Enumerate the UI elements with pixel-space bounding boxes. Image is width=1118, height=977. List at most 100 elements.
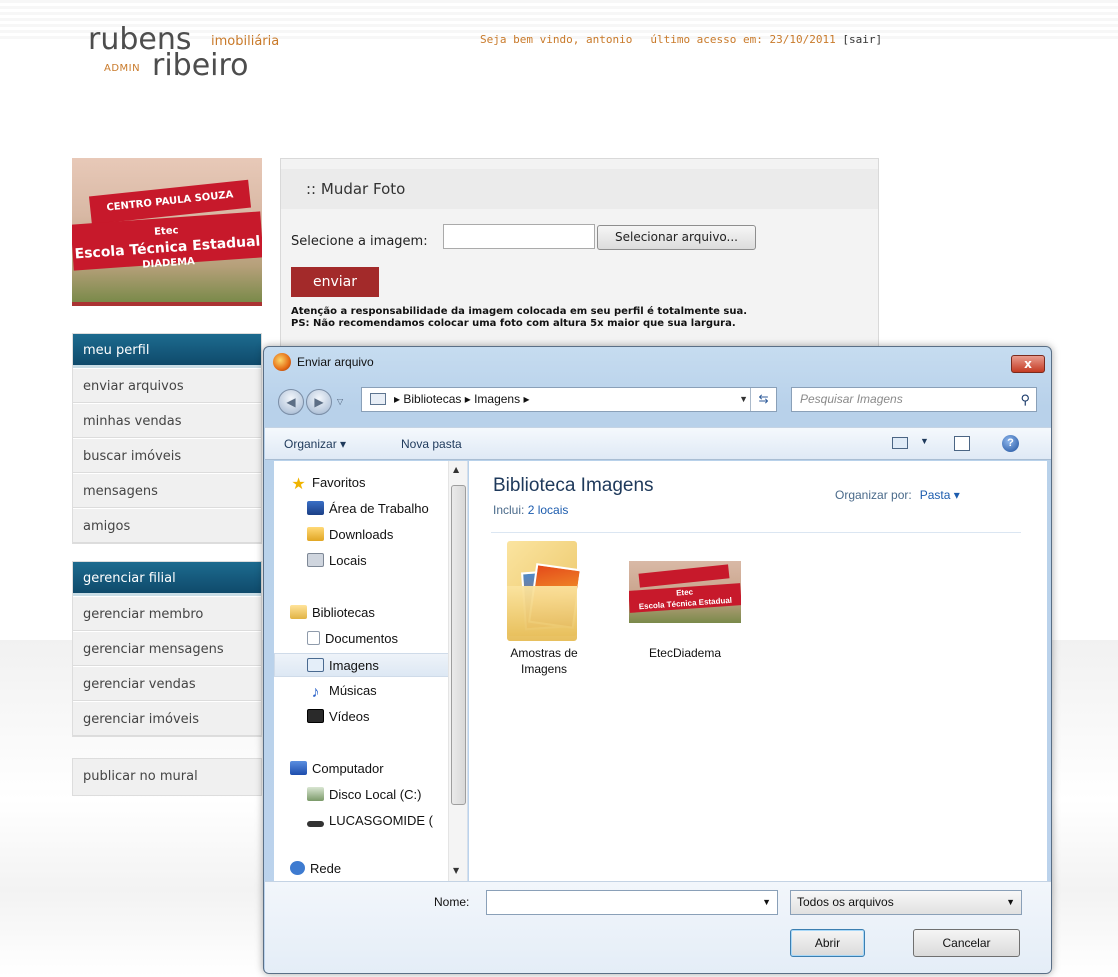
library-title: Biblioteca Imagens	[493, 475, 654, 496]
file-upload-dialog: Enviar arquivo x ◀ ▶ ▽ ▸ Bibliotecas ▸ I…	[263, 346, 1052, 974]
sort-by-label: Organizar por:	[835, 488, 912, 502]
includes-link[interactable]: 2 locais	[528, 503, 569, 517]
tree-item-favoritos[interactable]: ★ Favoritos	[290, 471, 467, 495]
scroll-down-icon[interactable]: ▼	[453, 866, 459, 875]
recent-pages-dropdown-icon[interactable]: ▽	[337, 397, 343, 406]
address-path: ▸ Bibliotecas ▸ Imagens ▸	[394, 392, 530, 406]
file-type-value: Todos os arquivos	[797, 895, 894, 909]
name-label: Nome:	[434, 895, 470, 909]
send-button[interactable]: enviar	[291, 267, 379, 297]
menu-item-amigos[interactable]: amigos	[73, 508, 261, 543]
sort-by: Organizar por: Pasta ▾	[835, 488, 960, 502]
menu-item-gerenciar-vendas[interactable]: gerenciar vendas	[73, 666, 261, 701]
new-folder-button[interactable]: Nova pasta	[401, 437, 462, 451]
star-icon: ★	[291, 476, 306, 493]
tree-label: Rede	[310, 861, 342, 876]
menu-item-publicar-no-mural[interactable]: publicar no mural	[73, 759, 261, 795]
images-icon	[307, 658, 324, 672]
logo-word-admin: ADMIN	[104, 63, 141, 74]
search-input[interactable]: Pesquisar Imagens ⚲	[791, 387, 1037, 412]
open-button[interactable]: Abrir	[790, 929, 865, 957]
file-list-pane: Biblioteca Imagens Inclui: 2 locais Orga…	[469, 461, 1047, 881]
tree-label: Documentos	[325, 631, 398, 646]
change-photo-panel: :: Mudar Foto Selecione a imagem: Seleci…	[280, 158, 879, 348]
welcome-text: Seja bem vindo, antonio	[480, 33, 633, 46]
tree-label: Locais	[329, 553, 367, 568]
address-bar[interactable]: ▸ Bibliotecas ▸ Imagens ▸ ▼ ⇆	[361, 387, 777, 412]
cancel-button[interactable]: Cancelar	[913, 929, 1020, 957]
menu-item-enviar-arquivos[interactable]: enviar arquivos	[73, 368, 261, 403]
logout-link[interactable]: [sair]	[842, 33, 882, 46]
tree-item-downloads[interactable]: Downloads	[307, 523, 467, 547]
tree-item-musicas[interactable]: ♪ Músicas	[307, 679, 467, 703]
thumb-banner-line2: Escola Técnica Estadual	[638, 595, 733, 612]
menu-item-gerenciar-mensagens[interactable]: gerenciar mensagens	[73, 631, 261, 666]
note-line-1: Atenção a responsabilidade da imagem col…	[291, 306, 748, 317]
select-file-button[interactable]: Selecionar arquivo...	[597, 225, 756, 250]
search-icon[interactable]: ⚲	[1020, 388, 1030, 411]
scroll-up-icon[interactable]: ▲	[453, 465, 459, 474]
menu-header-gerenciar-filial: gerenciar filial	[73, 562, 261, 596]
back-button[interactable]: ◀	[278, 389, 304, 415]
file-item-amostras[interactable]: Amostras de Imagens	[489, 541, 599, 677]
tree-item-usb-drive[interactable]: LUCASGOMIDE (	[307, 809, 467, 833]
view-icon[interactable]	[892, 437, 908, 449]
file-type-select[interactable]: Todos os arquivos ▼	[790, 890, 1022, 915]
tree-item-computador[interactable]: Computador	[290, 757, 467, 781]
tree-label: Computador	[312, 761, 384, 776]
name-dropdown-icon[interactable]: ▼	[762, 897, 771, 907]
file-path-input[interactable]	[443, 224, 595, 249]
menu-item-buscar-imoveis[interactable]: buscar imóveis	[73, 438, 261, 473]
tree-item-bibliotecas[interactable]: Bibliotecas	[290, 601, 467, 625]
refresh-icon[interactable]: ⇆	[750, 388, 776, 411]
panel-title: :: Mudar Foto	[281, 169, 878, 209]
tree-scrollbar[interactable]: ▲ ▼	[448, 461, 467, 881]
site-logo[interactable]: rubens imobiliária ADMIN ribeiro	[88, 22, 288, 92]
sort-by-dropdown[interactable]: Pasta ▾	[920, 488, 960, 502]
videos-icon	[307, 709, 324, 723]
tree-item-desktop[interactable]: Área de Trabalho	[307, 497, 467, 521]
downloads-icon	[307, 527, 324, 541]
forward-button[interactable]: ▶	[306, 389, 332, 415]
menu-item-gerenciar-imoveis[interactable]: gerenciar imóveis	[73, 701, 261, 736]
dialog-titlebar[interactable]: Enviar arquivo x	[264, 347, 1051, 379]
library-images-icon	[370, 393, 386, 405]
profile-photo: CENTRO PAULA SOUZA Etec Escola Técnica E…	[72, 158, 262, 306]
menu-item-mensagens[interactable]: mensagens	[73, 473, 261, 508]
thumb-banner-line1: Etec	[675, 587, 694, 598]
includes-label: Inclui:	[493, 503, 525, 517]
tree-item-rede[interactable]: Rede	[290, 857, 467, 881]
tree-label: Vídeos	[329, 709, 370, 724]
view-dropdown-icon[interactable]: ▼	[920, 436, 929, 446]
file-name: Amostras de Imagens	[510, 646, 578, 676]
help-icon[interactable]: ?	[1002, 435, 1019, 452]
responsibility-note: Atenção a responsabilidade da imagem col…	[291, 306, 747, 330]
firefox-icon	[273, 353, 291, 371]
note-line-2: PS: Não recomendamos colocar uma foto co…	[291, 318, 736, 329]
preview-pane-icon[interactable]	[954, 436, 970, 451]
close-button[interactable]: x	[1011, 355, 1045, 373]
tree-item-disco-local[interactable]: Disco Local (C:)	[307, 783, 467, 807]
file-name-input[interactable]: ▼	[486, 890, 778, 915]
network-icon	[290, 861, 305, 875]
organize-menu[interactable]: Organizar ▾	[284, 437, 346, 451]
address-dropdown-icon[interactable]: ▼	[739, 388, 748, 411]
recent-places-icon	[307, 553, 324, 567]
scrollbar-thumb[interactable]	[451, 485, 466, 805]
tree-label: Favoritos	[312, 475, 366, 490]
tree-item-videos[interactable]: Vídeos	[307, 705, 467, 729]
file-item-etecdiadema[interactable]: Etec Escola Técnica Estadual EtecDiadema	[625, 541, 745, 661]
tree-label: LUCASGOMIDE (	[329, 813, 434, 828]
tree-item-locais[interactable]: Locais	[307, 549, 467, 573]
menu-gerenciar-filial: gerenciar filial gerenciar membro gerenc…	[72, 561, 262, 737]
dialog-footer: Nome: ▼ Todos os arquivos ▼ Abrir Cancela…	[265, 881, 1051, 973]
user-bar: Seja bem vindo, antonio último acesso em:…	[480, 33, 882, 46]
tree-item-imagens[interactable]: Imagens	[274, 653, 454, 677]
tree-label: Imagens	[329, 658, 379, 673]
file-name: EtecDiadema	[648, 646, 722, 660]
menu-item-minhas-vendas[interactable]: minhas vendas	[73, 403, 261, 438]
menu-item-gerenciar-membro[interactable]: gerenciar membro	[73, 596, 261, 631]
image-thumbnail: Etec Escola Técnica Estadual	[629, 561, 741, 623]
tree-item-documentos[interactable]: Documentos	[307, 627, 467, 651]
dialog-title: Enviar arquivo	[297, 355, 374, 369]
